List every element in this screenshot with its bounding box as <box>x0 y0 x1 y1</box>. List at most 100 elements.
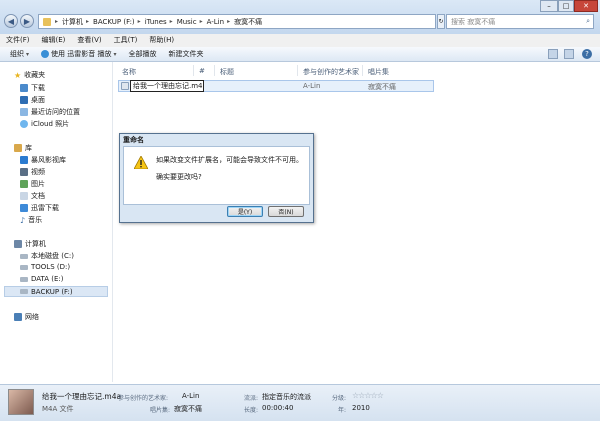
drive-icon <box>20 253 28 259</box>
preview-pane-button[interactable] <box>564 49 574 59</box>
refresh-icon: ↻ <box>438 18 444 25</box>
forward-arrow-icon: ▶ <box>23 16 31 26</box>
rename-input[interactable]: 给我一个理由忘记.m4r <box>130 80 204 92</box>
nav-library[interactable]: 库 <box>14 143 32 153</box>
details-rating-label: 分级: <box>332 395 347 402</box>
column-header-number[interactable]: # <box>199 67 205 75</box>
details-filetype: M4A 文件 <box>42 405 74 413</box>
network-icon <box>14 313 22 321</box>
column-header-artist[interactable]: 参与创作的艺术家 <box>303 67 359 77</box>
back-button[interactable]: ◀ <box>4 14 18 28</box>
minimize-button[interactable]: – <box>540 0 558 12</box>
details-length: 00:00:40 <box>262 404 294 412</box>
icloud-icon <box>20 120 28 128</box>
no-button[interactable]: 否(N) <box>268 206 304 217</box>
nav-drive-f[interactable]: BACKUP (F:) <box>4 286 108 297</box>
back-arrow-icon: ◀ <box>7 16 15 26</box>
column-header-name[interactable]: 名称 <box>122 67 136 77</box>
nav-desktop[interactable]: 桌面 <box>20 95 45 105</box>
organize-button[interactable]: 组织 ▾ <box>10 49 29 59</box>
nav-drive-d[interactable]: TOOLS (D:) <box>20 263 70 271</box>
breadcrumb-item[interactable]: Music ▸ <box>177 18 203 26</box>
details-artist-label: 参与创作的艺术家: <box>118 395 169 402</box>
view-options-button[interactable] <box>548 49 558 59</box>
forward-button[interactable]: ▶ <box>20 14 34 28</box>
desktop-icon <box>20 96 28 104</box>
music-note-icon: ♪ <box>20 215 26 225</box>
dialog-body: 如果改变文件扩展名，可能会导致文件不可用。 确实要更改吗? <box>123 146 310 205</box>
menu-file[interactable]: 文件(F) <box>0 34 36 47</box>
column-divider <box>214 65 215 76</box>
column-header-title[interactable]: 标题 <box>220 67 234 77</box>
nav-videos[interactable]: 视频 <box>20 167 45 177</box>
video-icon <box>20 168 28 176</box>
breadcrumb-item[interactable]: 计算机 ▸ <box>62 17 89 27</box>
picture-icon <box>20 180 28 188</box>
details-year-label: 年: <box>338 407 347 414</box>
file-artist: A-Lin <box>303 82 321 90</box>
nav-pictures[interactable]: 图片 <box>20 179 45 189</box>
drive-icon <box>20 264 28 270</box>
close-button[interactable]: ✕ <box>574 0 598 12</box>
address-bar[interactable]: ▸ 计算机 ▸ BACKUP (F:) ▸ iTunes ▸ Music ▸ A-Lin… <box>38 14 436 29</box>
details-album: 寂寞不痛 <box>174 405 202 413</box>
star-icon: ★ <box>14 70 22 80</box>
breadcrumb-item[interactable]: BACKUP (F:) ▸ <box>93 18 141 26</box>
menu-tools[interactable]: 工具(T) <box>108 34 144 47</box>
help-icon: ? <box>585 50 589 58</box>
warning-icon <box>134 156 148 169</box>
details-genre-label: 流派: <box>244 395 259 402</box>
navigation-pane: ★ 收藏夹 下载 桌面 最近访问的位置 iCloud 照片 库 暴风影视库 视频 … <box>0 62 113 382</box>
column-header-album[interactable]: 唱片集 <box>368 67 389 77</box>
nav-xunlei[interactable]: 迅雷下载 <box>20 203 59 213</box>
nav-drive-c[interactable]: 本地磁盘 (C:) <box>20 251 74 261</box>
menu-edit[interactable]: 编辑(E) <box>36 34 72 47</box>
details-year: 2010 <box>352 404 370 412</box>
maximize-button[interactable]: □ <box>558 0 574 12</box>
breadcrumb-item[interactable]: 寂寞不痛 <box>234 17 262 27</box>
file-album: 寂寞不痛 <box>368 83 396 91</box>
help-button[interactable]: ? <box>582 49 592 59</box>
play-with-button[interactable]: 使用 迅雷影音 播放 ▾ <box>41 49 116 59</box>
search-icon: ⌕ <box>586 17 590 25</box>
menu-help[interactable]: 帮助(H) <box>143 34 180 47</box>
nav-music[interactable]: ♪ 音乐 <box>20 215 42 225</box>
xunlei-download-icon <box>20 204 28 212</box>
column-divider <box>362 65 363 76</box>
breadcrumb-item[interactable]: iTunes ▸ <box>145 18 173 26</box>
audio-file-icon <box>121 82 129 90</box>
command-bar: 组织 ▾ 使用 迅雷影音 播放 ▾ 全部播放 新建文件夹 <box>0 47 600 62</box>
chevron-icon: ▸ <box>55 18 59 25</box>
column-divider <box>297 65 298 76</box>
new-folder-button[interactable]: 新建文件夹 <box>168 49 203 59</box>
nav-network[interactable]: 网络 <box>14 312 39 322</box>
nav-documents[interactable]: 文档 <box>20 191 45 201</box>
refresh-button[interactable]: ↻ <box>437 14 445 29</box>
dialog-question: 确实要更改吗? <box>156 173 202 181</box>
nav-favorites[interactable]: ★ 收藏夹 <box>14 70 45 80</box>
column-divider <box>193 65 194 76</box>
yes-button[interactable]: 是(Y) <box>227 206 263 217</box>
document-icon <box>20 192 28 200</box>
dropdown-icon: ▾ <box>113 50 117 58</box>
menu-view[interactable]: 查看(V) <box>71 34 107 47</box>
nav-download[interactable]: 下载 <box>20 83 45 93</box>
rating-stars[interactable]: ☆☆☆☆☆ <box>352 391 384 400</box>
nav-icloud[interactable]: iCloud 照片 <box>20 119 69 129</box>
search-input[interactable]: 搜索 寂寞不痛 ⌕ <box>446 14 594 29</box>
nav-drive-e[interactable]: DATA (E:) <box>20 275 64 283</box>
recent-places-icon <box>20 108 28 116</box>
nav-recent[interactable]: 最近访问的位置 <box>20 107 80 117</box>
nav-computer[interactable]: 计算机 <box>14 239 46 249</box>
library-icon <box>14 144 22 152</box>
nav-storm[interactable]: 暴风影视库 <box>20 155 66 165</box>
details-filename: 给我一个理由忘记.m4a <box>42 392 122 401</box>
drive-icon <box>20 276 28 282</box>
dialog-message: 如果改变文件扩展名，可能会导致文件不可用。 <box>156 156 303 164</box>
rename-dialog: 重命名 如果改变文件扩展名，可能会导致文件不可用。 确实要更改吗? 是(Y) 否… <box>119 133 314 223</box>
play-all-button[interactable]: 全部播放 <box>128 49 156 59</box>
details-artist: A-Lin <box>182 392 200 400</box>
breadcrumb-item[interactable]: A-Lin ▸ <box>207 18 230 26</box>
storm-video-icon <box>20 156 28 164</box>
download-folder-icon <box>20 84 28 92</box>
